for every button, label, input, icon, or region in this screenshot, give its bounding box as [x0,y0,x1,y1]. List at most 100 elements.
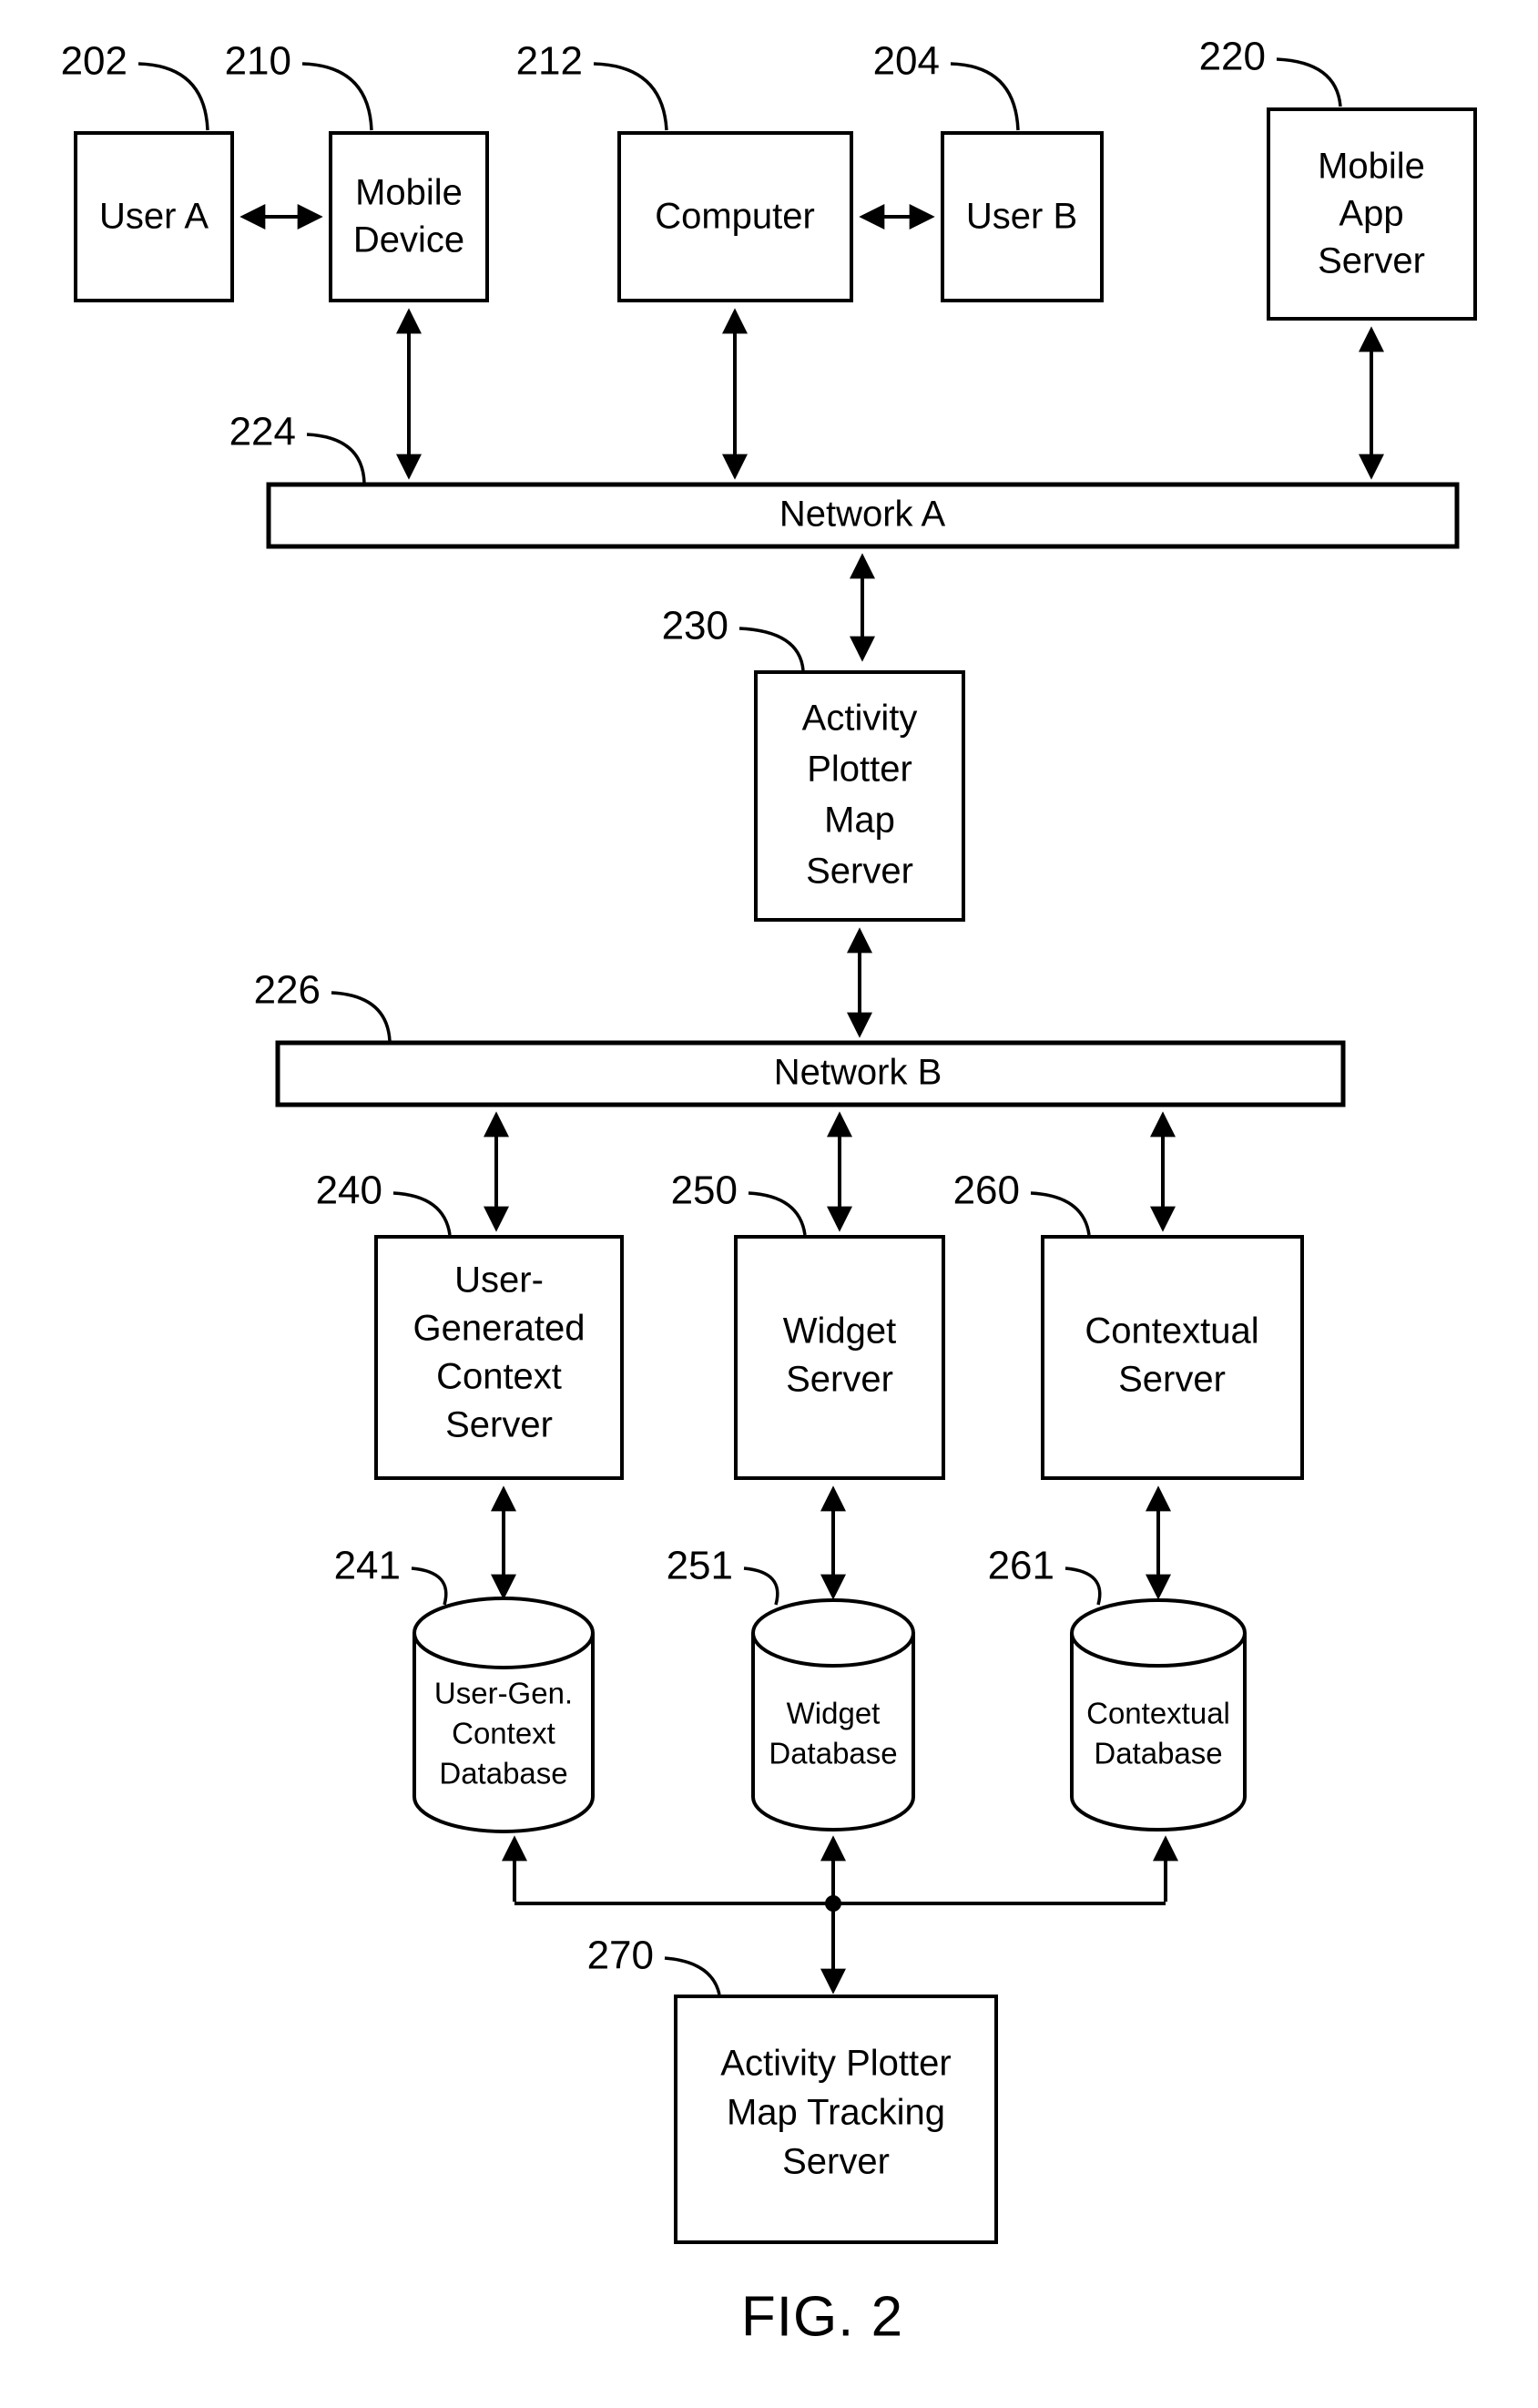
leader-line-260 [1030,1191,1091,1236]
node-activity-plotter-map-server[interactable]: Activity Plotter Map Server [754,670,965,922]
leader-line-250 [748,1191,807,1236]
node-widget-database[interactable]: Widget Database [751,1598,915,1832]
ref-number-230: 230 [662,604,728,648]
ref-callout-220: 220 [1199,35,1342,107]
computer-label: Computer [655,197,815,237]
node-computer[interactable]: Computer [617,131,853,302]
apms-label-line2: Plotter [807,750,912,790]
ref-number-204: 204 [873,39,940,84]
ref-callout-260: 260 [953,1168,1091,1236]
leader-line-220 [1276,57,1342,107]
mobile-device-label-line1: Mobile [355,173,463,213]
ugc-database-cylinder-top [413,1597,595,1669]
node-user-generated-context-server[interactable]: User- Generated Context Server [374,1235,624,1480]
node-activity-plotter-map-tracking-server[interactable]: Activity Plotter Map Tracking Server [674,1995,998,2244]
node-user-a[interactable]: User A [74,131,234,302]
leader-line-212 [593,62,668,131]
network-b-label: Network B [774,1053,942,1093]
widget-server-box[interactable] [734,1235,945,1480]
contextual-server-box[interactable] [1041,1235,1304,1480]
ref-number-220: 220 [1199,35,1266,79]
widget-server-label-line2: Server [786,1360,893,1400]
node-user-b[interactable]: User B [941,131,1104,302]
contextual-server-label-line1: Contextual [1085,1311,1258,1352]
user-a-label: User A [99,197,209,237]
ref-callout-230: 230 [662,604,805,671]
ref-callout-224: 224 [229,410,366,484]
ref-callout-241: 241 [334,1544,448,1606]
leader-line-230 [738,627,805,671]
apmts-label-line3: Server [782,2142,890,2182]
mobile-app-server-label-line1: Mobile [1318,147,1425,187]
mobile-device-box[interactable] [329,131,489,302]
leader-line-261 [1064,1566,1102,1606]
ref-number-270: 270 [587,1934,654,1978]
ref-callout-270: 270 [587,1934,721,1995]
leader-line-241 [411,1566,448,1606]
ref-number-212: 212 [516,39,583,84]
leader-line-270 [664,1956,721,1995]
node-mobile-app-server[interactable]: Mobile App Server [1267,107,1477,321]
leader-line-210 [301,62,373,131]
mobile-device-label-line2: Device [353,220,464,260]
bus-junction-dot [825,1895,841,1912]
ref-callout-226: 226 [254,968,392,1042]
ugcs-label-line1: User- [454,1260,544,1301]
ugcs-label-line2: Generated [413,1309,585,1349]
ref-number-260: 260 [953,1168,1020,1213]
ref-callout-261: 261 [988,1544,1102,1606]
widget-server-label-line1: Widget [783,1311,897,1352]
leader-line-204 [950,62,1020,131]
mobile-app-server-label-line2: App [1339,194,1403,234]
widget-database-cylinder-top [751,1598,915,1668]
widget-database-label-line2: Database [769,1737,897,1770]
node-user-gen-context-database[interactable]: User-Gen. Context Database [413,1597,595,1833]
ref-number-226: 226 [254,968,321,1013]
node-widget-server[interactable]: Widget Server [734,1235,945,1480]
ugcs-label-line3: Context [436,1357,562,1397]
apmts-label-line1: Activity Plotter [720,2044,951,2084]
leader-line-240 [392,1191,452,1236]
node-contextual-server[interactable]: Contextual Server [1041,1235,1304,1480]
ugc-database-label-line1: User-Gen. [434,1677,573,1710]
contextual-database-label-line2: Database [1094,1737,1222,1770]
ref-callout-204: 204 [873,39,1020,131]
apms-label-line1: Activity [802,699,918,739]
leader-line-202 [138,62,209,131]
contextual-database-cylinder-top [1070,1598,1247,1668]
ref-callout-240: 240 [316,1168,452,1236]
ref-number-210: 210 [225,39,291,84]
ref-callout-212: 212 [516,39,668,131]
ref-number-241: 241 [334,1544,401,1588]
mobile-app-server-label-line3: Server [1318,241,1425,281]
leader-line-251 [743,1566,779,1606]
patent-figure: User A 202 Mobile Device 210 Computer 21… [0,0,1538,2408]
ref-callout-250: 250 [671,1168,807,1236]
apms-label-line4: Server [806,852,913,892]
node-mobile-device[interactable]: Mobile Device [329,131,489,302]
node-network-b[interactable]: Network B [275,1040,1346,1107]
ugcs-label-line4: Server [445,1405,553,1445]
ref-number-224: 224 [229,410,296,454]
network-a-label: Network A [779,495,946,535]
apmts-label-line2: Map Tracking [727,2093,945,2133]
contextual-database-label-line1: Contextual [1086,1697,1230,1730]
node-network-a[interactable]: Network A [266,482,1460,549]
node-contextual-database[interactable]: Contextual Database [1070,1598,1247,1832]
apms-label-line3: Map [824,801,895,841]
leader-line-224 [306,433,366,484]
ugc-database-label-line3: Database [439,1757,567,1791]
system-architecture-diagram: User A 202 Mobile Device 210 Computer 21… [61,35,1477,2348]
ref-number-240: 240 [316,1168,382,1213]
ref-number-250: 250 [671,1168,738,1213]
ref-number-202: 202 [61,39,127,84]
ref-callout-210: 210 [225,39,373,131]
contextual-server-label-line2: Server [1118,1360,1226,1400]
ref-callout-251: 251 [667,1544,779,1606]
widget-database-label-line1: Widget [787,1697,881,1730]
ugc-database-label-line2: Context [452,1717,555,1750]
leader-line-226 [331,991,392,1042]
ref-number-261: 261 [988,1544,1054,1588]
ref-callout-202: 202 [61,39,209,131]
figure-caption: FIG. 2 [741,2285,903,2348]
